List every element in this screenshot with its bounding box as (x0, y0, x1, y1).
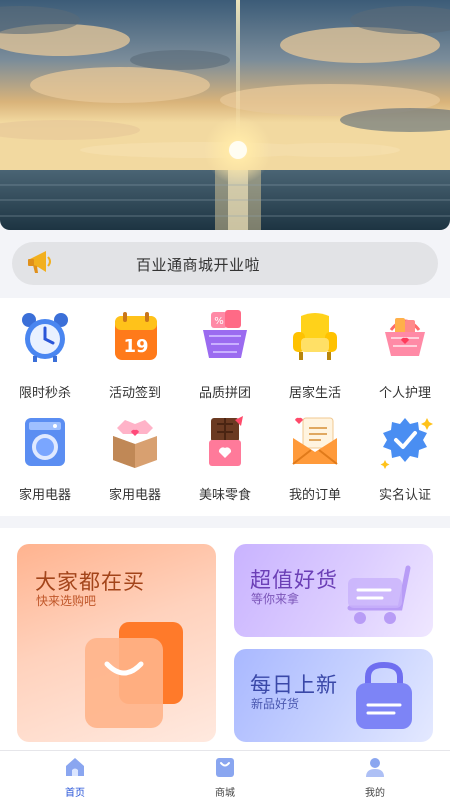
svg-text:%: % (214, 316, 224, 327)
category-label: 家用电器 (108, 488, 161, 503)
tab-label: 商城 (215, 788, 235, 799)
care-basket-icon (385, 318, 425, 356)
tab-profile[interactable]: 我的 (300, 751, 450, 800)
armchair-icon (293, 313, 337, 360)
tab-label: 我的 (365, 788, 385, 799)
bottom-tab-bar: 首页 商城 我的 (0, 750, 450, 800)
category-label: 居家生活 (288, 386, 341, 401)
shopping-bag-icon (85, 622, 183, 728)
chocolate-icon (209, 416, 243, 466)
megaphone-icon (28, 251, 51, 273)
promo-section: 大家都在买 快来选购吧 超值好货 等你来拿 每日上新 新品好货 (0, 528, 450, 750)
category-grid: 限时秒杀 19 活动签到 % 品质拼团 居家生活 个人护理 家用电器 家用电器 … (0, 298, 450, 516)
tab-label: 首页 (65, 788, 85, 799)
promo-card-popular[interactable]: 大家都在买 快来选购吧 (17, 544, 216, 742)
category-label: 品质拼团 (198, 386, 251, 401)
category-label: 我的订单 (288, 488, 341, 503)
envelope-icon (292, 417, 338, 465)
promo-subtitle: 等你来拿 (251, 592, 300, 606)
verified-badge-icon (380, 418, 433, 469)
promo-card-value[interactable]: 超值好货 等你来拿 (234, 544, 433, 637)
promo-subtitle: 新品好货 (251, 697, 300, 711)
user-icon (366, 758, 384, 777)
promo-card-new[interactable]: 每日上新 新品好货 (234, 649, 433, 742)
category-label: 活动签到 (108, 386, 161, 401)
washing-machine-icon (25, 418, 65, 466)
hero-banner[interactable] (0, 0, 450, 230)
category-label: 家用电器 (18, 488, 71, 503)
alarm-clock-icon (22, 313, 68, 362)
promo-subtitle: 快来选购吧 (36, 594, 97, 608)
shopping-cart-icon (347, 565, 411, 624)
clothes-box-icon (113, 420, 157, 468)
category-label: 实名认证 (378, 488, 431, 503)
handbag-icon (356, 661, 412, 729)
category-label: 个人护理 (378, 386, 431, 401)
svg-text:19: 19 (123, 336, 148, 357)
home-icon (66, 758, 84, 776)
store-icon (216, 758, 234, 777)
calendar-icon: 19 (115, 312, 157, 360)
sunset-sea-image (0, 0, 450, 230)
shopping-basket-icon: % (203, 310, 247, 358)
category-label: 美味零食 (198, 488, 251, 503)
tab-store[interactable]: 商城 (150, 751, 300, 800)
tab-home[interactable]: 首页 (0, 751, 150, 800)
notice-bar[interactable]: 百业通商城开业啦 (12, 242, 438, 285)
notice-text: 百业通商城开业啦 (136, 256, 261, 274)
category-label: 限时秒杀 (18, 386, 71, 401)
